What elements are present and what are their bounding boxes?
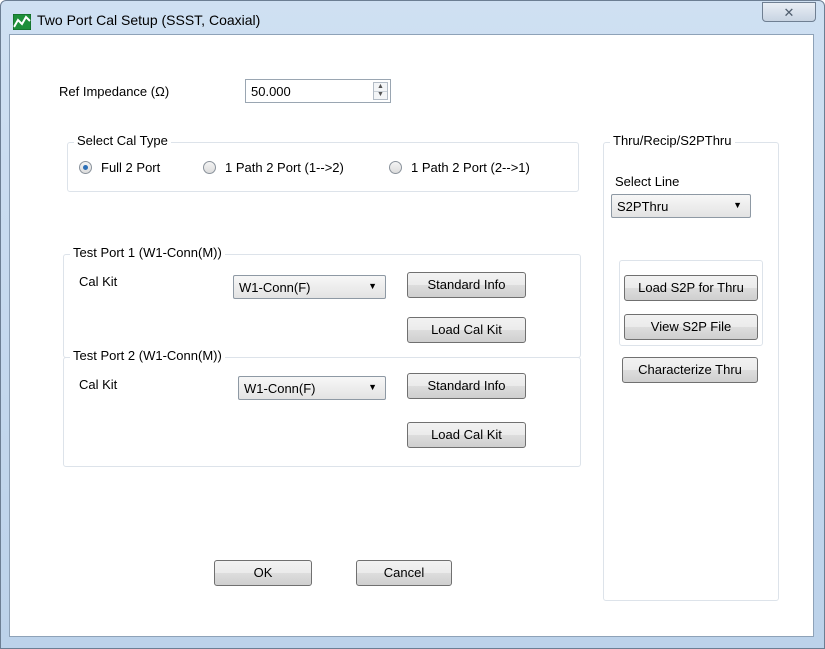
- spin-down-icon[interactable]: ▼: [374, 91, 387, 99]
- test-port-2-cal-kit-label: Cal Kit: [79, 377, 118, 392]
- radio-full-2-port-label: Full 2 Port: [101, 160, 161, 175]
- radio-full-2-port[interactable]: [79, 161, 92, 174]
- ref-impedance-spinner[interactable]: ▲ ▼: [373, 82, 388, 100]
- test-port-2-cal-kit-select[interactable]: W1-Conn(F) ▼: [238, 376, 386, 400]
- select-line-value: S2PThru: [617, 199, 669, 214]
- ok-button[interactable]: OK: [214, 560, 312, 586]
- radio-1-path-2-to-1[interactable]: [389, 161, 402, 174]
- radio-1-path-2-to-1-label: 1 Path 2 Port (2-->1): [411, 160, 530, 175]
- test-port-1-title: Test Port 1 (W1-Conn(M)): [70, 245, 225, 260]
- test-port-1-cal-kit-value: W1-Conn(F): [239, 280, 311, 295]
- characterize-thru-button[interactable]: Characterize Thru: [622, 357, 758, 383]
- test-port-1-cal-kit-label: Cal Kit: [79, 274, 118, 289]
- window-title: Two Port Cal Setup (SSST, Coaxial): [37, 12, 261, 28]
- test-port-1-cal-kit-select[interactable]: W1-Conn(F) ▼: [233, 275, 386, 299]
- chevron-down-icon: ▼: [368, 281, 377, 291]
- ref-impedance-value: 50.000: [251, 84, 291, 99]
- dialog-window: Two Port Cal Setup (SSST, Coaxial) ✕ Ref…: [0, 0, 825, 649]
- test-port-2-load-cal-kit-button[interactable]: Load Cal Kit: [407, 422, 526, 448]
- radio-1-path-1-to-2[interactable]: [203, 161, 216, 174]
- test-port-2-title: Test Port 2 (W1-Conn(M)): [70, 348, 225, 363]
- cancel-button[interactable]: Cancel: [356, 560, 452, 586]
- test-port-2-standard-info-button[interactable]: Standard Info: [407, 373, 526, 399]
- radio-1-path-1-to-2-label: 1 Path 2 Port (1-->2): [225, 160, 344, 175]
- thru-title: Thru/Recip/S2PThru: [610, 133, 735, 148]
- chevron-down-icon: ▼: [368, 382, 377, 392]
- cal-type-title: Select Cal Type: [74, 133, 171, 148]
- app-icon: [13, 14, 31, 30]
- close-button[interactable]: ✕: [762, 2, 816, 22]
- test-port-1-load-cal-kit-button[interactable]: Load Cal Kit: [407, 317, 526, 343]
- chevron-down-icon: ▼: [733, 200, 742, 210]
- select-line-select[interactable]: S2PThru ▼: [611, 194, 751, 218]
- view-s2p-file-button[interactable]: View S2P File: [624, 314, 758, 340]
- close-icon: ✕: [783, 5, 795, 20]
- test-port-1-standard-info-button[interactable]: Standard Info: [407, 272, 526, 298]
- ref-impedance-label: Ref Impedance (Ω): [59, 84, 170, 99]
- select-line-label: Select Line: [615, 174, 680, 189]
- load-s2p-for-thru-button[interactable]: Load S2P for Thru: [624, 275, 758, 301]
- ref-impedance-input[interactable]: 50.000 ▲ ▼: [245, 79, 391, 103]
- test-port-2-cal-kit-value: W1-Conn(F): [244, 381, 316, 396]
- dialog-body: Ref Impedance (Ω) 50.000 ▲ ▼ Select Cal …: [9, 34, 814, 637]
